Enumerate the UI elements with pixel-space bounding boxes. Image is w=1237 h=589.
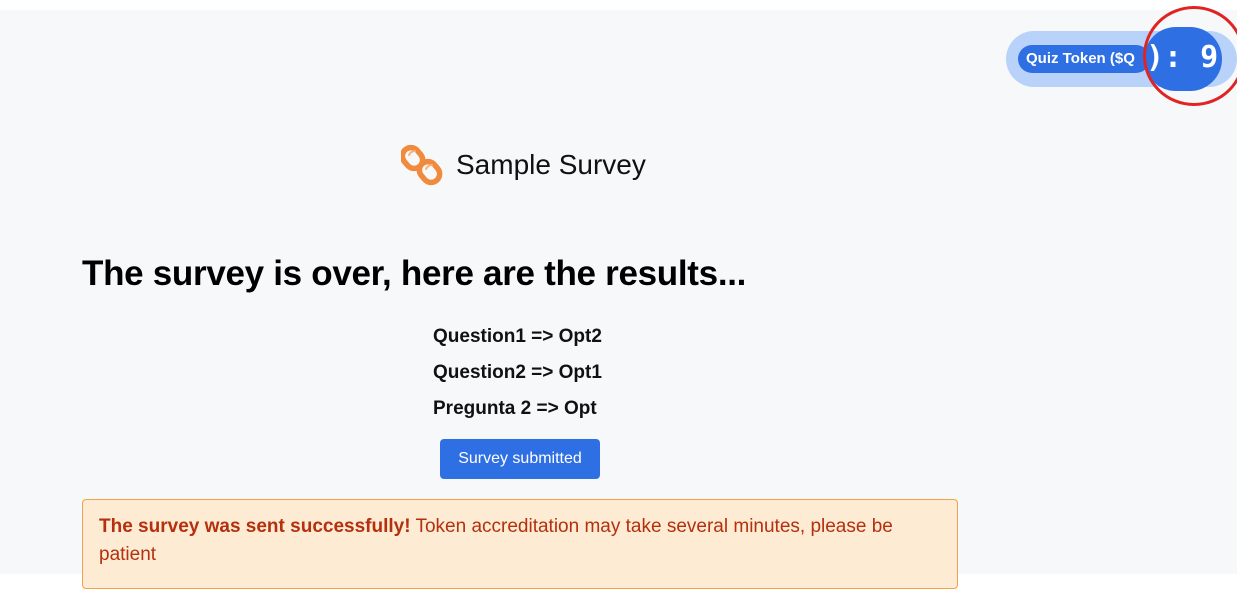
results-heading: The survey is over, here are the results…: [82, 254, 747, 293]
survey-header: Sample Survey: [399, 143, 646, 187]
results-list: Question1 => Opt2 Question2 => Opt1 Preg…: [433, 322, 602, 430]
result-item: Question2 => Opt1: [433, 362, 602, 383]
result-item: Pregunta 2 => Opt: [433, 398, 597, 419]
link-chain-icon: [399, 143, 445, 187]
highlight-circle: [1143, 6, 1237, 106]
token-label: Quiz Token ($Q: [1018, 45, 1150, 73]
result-item: Question1 => Opt2: [433, 326, 602, 347]
survey-submitted-button[interactable]: Survey submitted: [440, 439, 600, 479]
survey-title: Sample Survey: [456, 149, 646, 180]
success-alert: The survey was sent successfully! Token …: [82, 499, 958, 589]
alert-strong-text: The survey was sent successfully!: [99, 516, 411, 537]
